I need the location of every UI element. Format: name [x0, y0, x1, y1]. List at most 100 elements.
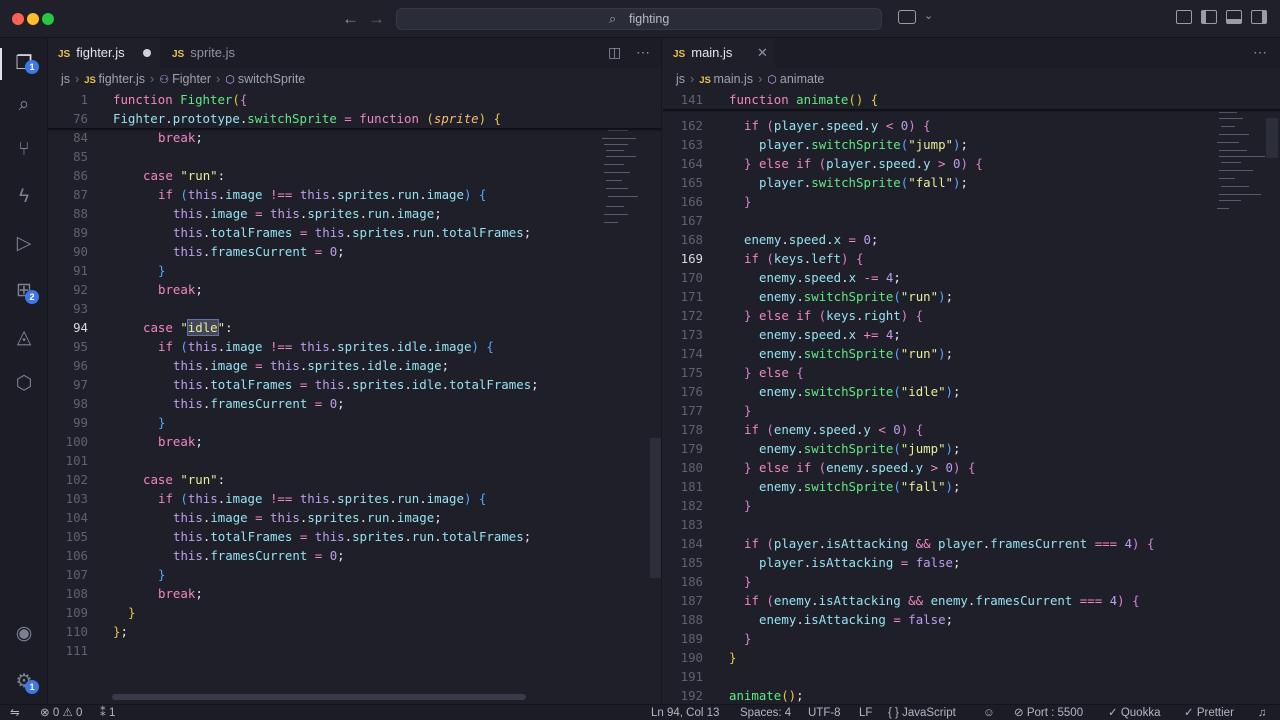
code-line-current[interactable]: 94 case "idle": — [48, 318, 661, 337]
breadcrumb-folder[interactable]: js — [61, 72, 70, 86]
split-editor-icon[interactable]: ◫ — [608, 44, 621, 61]
code-line[interactable]: 180} else if (enemy.speed.y > 0) { — [663, 458, 1280, 477]
code-line[interactable]: 95 if (this.image !== this.sprites.idle.i… — [48, 337, 661, 356]
code-line[interactable]: 168 enemy.speed.x = 0; — [663, 230, 1280, 249]
cursor-position[interactable]: Ln 94, Col 13 — [651, 705, 719, 720]
sticky-line[interactable]: 1 function Fighter({ — [48, 90, 661, 109]
breadcrumb-symbol[interactable]: switchSprite — [238, 72, 305, 86]
live-server-port[interactable]: ⊘ Port : 5500 — [1014, 705, 1083, 720]
ports-indicator[interactable]: ⁑ 1 — [100, 705, 115, 720]
code-line[interactable]: 85 — [48, 147, 661, 166]
command-center-search[interactable]: ⌕ fighting — [396, 8, 882, 30]
breadcrumb-symbol[interactable]: Fighter — [172, 72, 211, 86]
tab-fighter-js[interactable]: JS fighter.js — [48, 38, 160, 68]
code-line[interactable]: 91} — [48, 261, 661, 280]
code-line[interactable]: 166} — [663, 192, 1280, 211]
indentation-setting[interactable]: Spaces: 4 — [740, 705, 791, 720]
source-control-icon[interactable]: ⑂ — [0, 130, 48, 170]
explorer-icon[interactable]: ❐ — [0, 44, 48, 84]
unsaved-dot-icon[interactable] — [143, 49, 151, 57]
extensions-icon[interactable]: ⊞ — [0, 271, 48, 311]
code-line[interactable]: 99} — [48, 413, 661, 432]
code-line[interactable]: 89 this.totalFrames = this.sprites.run.to… — [48, 223, 661, 242]
code-line[interactable]: 111 — [48, 641, 661, 660]
toggle-primary-sidebar-icon[interactable] — [1201, 10, 1217, 24]
code-line[interactable]: 101 — [48, 451, 661, 470]
code-line[interactable]: 163 player.switchSprite("jump"); — [663, 135, 1280, 154]
code-line[interactable]: 190} — [663, 648, 1280, 667]
back-arrow-icon[interactable]: ← — [342, 9, 359, 29]
code-line[interactable]: 97 this.totalFrames = this.sprites.idle.t… — [48, 375, 661, 394]
code-line[interactable]: 174 enemy.switchSprite("run"); — [663, 344, 1280, 363]
code-line[interactable]: 105 this.totalFrames = this.sprites.run.t… — [48, 527, 661, 546]
code-line[interactable]: 92 break; — [48, 280, 661, 299]
breadcrumb-file[interactable]: fighter.js — [98, 72, 145, 86]
code-line[interactable]: 175} else { — [663, 363, 1280, 382]
horizontal-scrollbar[interactable] — [112, 694, 526, 700]
code-line[interactable]: 100 break; — [48, 432, 661, 451]
code-line[interactable]: 173 enemy.speed.x += 4; — [663, 325, 1280, 344]
breadcrumb-folder[interactable]: js — [676, 72, 685, 86]
code-line[interactable]: 182} — [663, 496, 1280, 515]
run-debug-icon[interactable]: ▷ — [0, 224, 48, 264]
code-line[interactable]: 192 animate(); — [663, 686, 1280, 704]
close-tab-icon[interactable]: ✕ — [757, 38, 768, 68]
code-line[interactable]: 90 this.framesCurrent = 0; — [48, 242, 661, 261]
code-line[interactable]: 165 player.switchSprite("fall"); — [663, 173, 1280, 192]
copilot-status-icon[interactable]: ☺ — [983, 705, 995, 720]
language-mode[interactable]: { } JavaScript — [888, 705, 956, 720]
code-line[interactable]: 104 this.image = this.sprites.run.image; — [48, 508, 661, 527]
problems-indicator[interactable]: ⊗ 0 ⚠ 0 — [40, 705, 82, 720]
file-encoding[interactable]: UTF-8 — [808, 705, 841, 720]
chevron-down-icon[interactable]: ⌄ — [924, 9, 933, 22]
more-actions-icon[interactable]: ⋯ — [1253, 44, 1267, 61]
minimize-window-button[interactable] — [27, 13, 39, 25]
code-line[interactable]: 102 case "run": — [48, 470, 661, 489]
remote-explorer-icon[interactable]: ⬡ — [0, 364, 48, 404]
lightning-icon[interactable]: ϟ — [0, 177, 48, 217]
copilot-chat-icon[interactable] — [898, 10, 916, 24]
vertical-scrollbar[interactable] — [650, 438, 661, 578]
code-line[interactable]: 103 if (this.image !== this.sprites.run.i… — [48, 489, 661, 508]
code-line[interactable]: 96 this.image = this.sprites.idle.image; — [48, 356, 661, 375]
code-line[interactable]: 106 this.framesCurrent = 0; — [48, 546, 661, 565]
code-line[interactable]: 171 enemy.switchSprite("run"); — [663, 287, 1280, 306]
sticky-line[interactable]: 141 function animate() { — [663, 90, 1280, 109]
code-line[interactable]: 188 enemy.isAttacking = false; — [663, 610, 1280, 629]
quokka-status[interactable]: ✓ Quokka — [1108, 705, 1160, 720]
code-line[interactable]: 109} — [48, 603, 661, 622]
code-line[interactable]: 98 this.framesCurrent = 0; — [48, 394, 661, 413]
code-line[interactable]: 88 this.image = this.sprites.run.image; — [48, 204, 661, 223]
code-line[interactable]: 177} — [663, 401, 1280, 420]
code-line[interactable]: 86 case "run": — [48, 166, 661, 185]
prettier-status[interactable]: ✓ Prettier — [1184, 705, 1234, 720]
selected-word[interactable]: idle — [186, 319, 219, 336]
code-line[interactable]: 178 if (enemy.speed.y < 0) { — [663, 420, 1280, 439]
end-of-line-sequence[interactable]: LF — [859, 705, 872, 720]
code-line[interactable]: 164} else if (player.speed.y > 0) { — [663, 154, 1280, 173]
code-line[interactable]: 87 if (this.image !== this.sprites.run.im… — [48, 185, 661, 204]
code-line-current[interactable]: 169 if (keys.left) { — [663, 249, 1280, 268]
forward-arrow-icon[interactable]: → — [368, 9, 385, 29]
maximize-window-button[interactable] — [42, 13, 54, 25]
code-line[interactable]: 191 — [663, 667, 1280, 686]
search-icon[interactable]: ⌕ — [0, 85, 48, 125]
code-line[interactable]: 162 if (player.speed.y < 0) { — [663, 116, 1280, 135]
sticky-line[interactable]: 76 Fighter.prototype.switchSprite = funct… — [48, 109, 661, 128]
triangle-extension-icon[interactable]: ◬ — [0, 318, 48, 358]
code-line[interactable]: 172} else if (keys.right) { — [663, 306, 1280, 325]
breadcrumb-file[interactable]: main.js — [713, 72, 753, 86]
toggle-secondary-sidebar-icon[interactable] — [1251, 10, 1267, 24]
tab-sprite-js[interactable]: JS sprite.js — [162, 38, 266, 68]
code-line[interactable]: 187 if (enemy.isAttacking && enemy.frames… — [663, 591, 1280, 610]
code-line[interactable]: 186} — [663, 572, 1280, 591]
code-line[interactable]: 107} — [48, 565, 661, 584]
tab-main-js[interactable]: JS main.js ✕ — [663, 38, 775, 68]
vertical-scrollbar[interactable] — [1266, 118, 1278, 158]
remote-indicator-icon[interactable]: ⇋ — [10, 705, 20, 720]
code-line[interactable]: 184 if (player.isAttacking && player.fram… — [663, 534, 1280, 553]
code-line[interactable]: 93 — [48, 299, 661, 318]
code-line[interactable]: 179 enemy.switchSprite("jump"); — [663, 439, 1280, 458]
code-line[interactable]: 183 — [663, 515, 1280, 534]
customize-layout-icon[interactable] — [1176, 10, 1192, 24]
